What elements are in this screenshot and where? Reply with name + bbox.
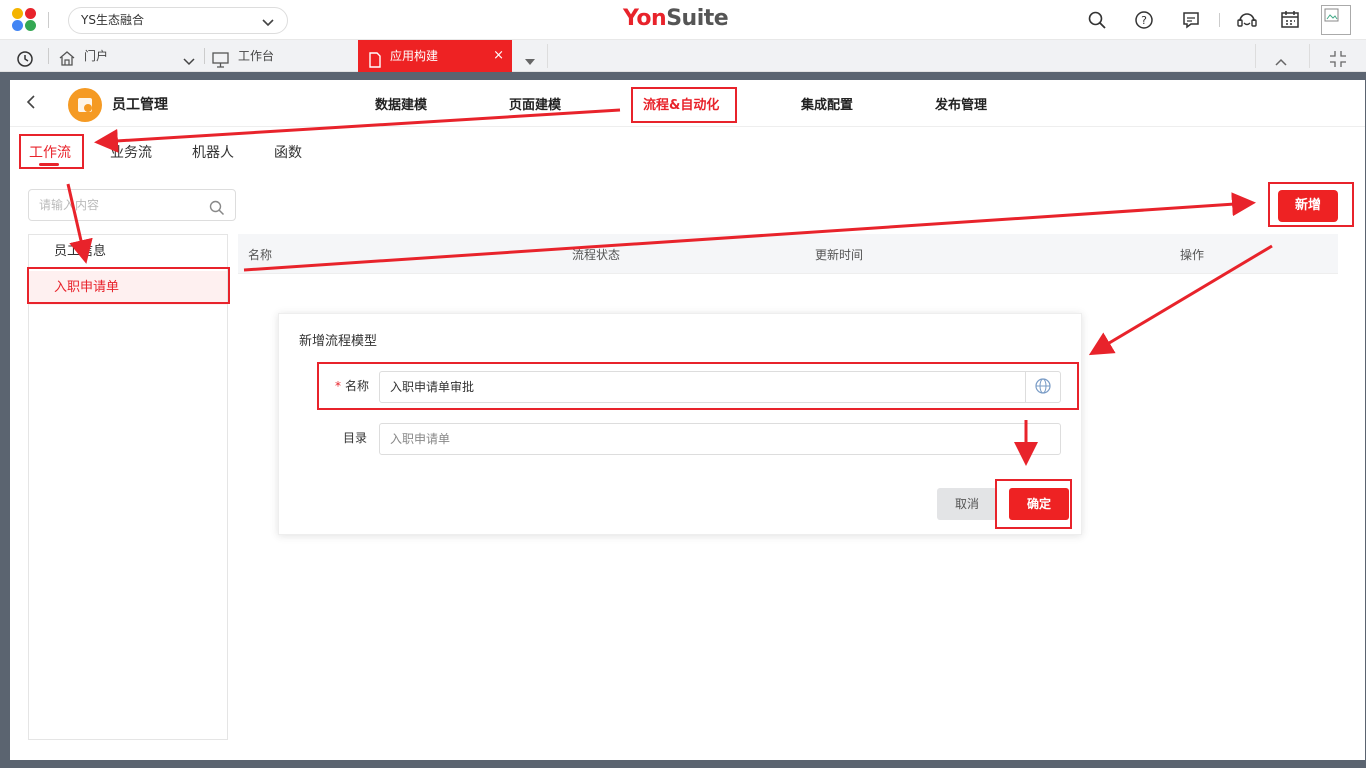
document-icon [368,48,382,80]
name-label: * 名称 [335,379,370,393]
new-button[interactable]: 新增 [1278,190,1338,222]
tenant-select[interactable]: YS生态融合 [68,7,288,34]
directory-field-value: 入职申请单 [390,432,451,446]
tree-panel: 员工信息 入职申请单 [28,234,228,740]
nav-page-modeling[interactable]: 页面建模 [509,94,561,113]
calendar-icon[interactable] [1280,9,1302,31]
ok-button[interactable]: 确定 [1009,488,1069,520]
nav-publish[interactable]: 发布管理 [935,94,987,113]
subtab-business-flow[interactable]: 业务流 [110,142,152,162]
tab-bar: 门户 工作台 应用构建 × [0,40,1366,72]
column-header-name: 名称 [248,248,273,262]
chevron-down-icon [261,13,275,38]
globe-icon[interactable] [1025,371,1061,403]
chevron-up-icon[interactable] [1274,49,1288,66]
directory-field[interactable]: 入职申请单 [379,423,1061,455]
nav-process-automation[interactable]: 流程&自动化 [643,94,719,113]
top-bar: YS生态融合 YonSuite ? [0,0,1366,40]
column-header-updated: 更新时间 [815,248,864,262]
tab-app-build-label: 应用构建 [390,49,439,63]
tab-workbench-label: 工作台 [238,49,275,63]
search-placeholder: 请输入内容 [39,198,100,212]
active-underline [39,163,59,166]
nav-data-modeling[interactable]: 数据建模 [375,94,427,113]
table-header: 名称 流程状态 更新时间 操作 [238,234,1338,274]
chevron-down-icon[interactable] [182,49,196,66]
collapse-icon[interactable] [1329,48,1347,67]
history-icon[interactable] [16,48,34,67]
divider [547,44,548,68]
divider [1255,44,1256,68]
tree-item-onboarding-form[interactable]: 入职申请单 [29,271,227,305]
column-header-actions: 操作 [1180,248,1205,262]
monitor-icon [212,48,230,80]
divider [1309,44,1310,68]
directory-label: 目录 [343,431,368,445]
tree-item-employee-info[interactable]: 员工信息 [29,235,227,269]
dialog-title: 新增流程模型 [299,334,378,349]
help-icon[interactable]: ? [1134,10,1156,32]
message-icon[interactable] [1181,10,1203,32]
app-icon [68,88,102,122]
divider [204,48,205,64]
new-process-dialog: 新增流程模型 * 名称 入职申请单审批 目录 入职申请单 取消 确定 [278,313,1082,535]
search-icon[interactable] [209,197,225,227]
subtab-robot[interactable]: 机器人 [192,142,234,162]
close-icon[interactable]: × [493,40,504,72]
search-icon[interactable] [1087,10,1109,32]
cancel-button[interactable]: 取消 [937,488,997,520]
column-header-status: 流程状态 [572,248,621,262]
name-field[interactable]: 入职申请单审批 [379,371,1061,403]
app-header: 员工管理 数据建模 页面建模 流程&自动化 集成配置 发布管理 [10,80,1365,127]
caret-down-icon[interactable] [523,49,537,65]
tab-app-build[interactable]: 应用构建 × [358,40,512,72]
svg-text:?: ? [1141,14,1147,27]
home-icon [58,47,76,79]
back-icon[interactable] [24,94,38,114]
divider [1219,13,1220,27]
nav-integration[interactable]: 集成配置 [801,94,853,113]
app-name: 员工管理 [112,97,168,113]
tab-portal-label: 门户 [84,49,109,63]
brand-logo: YonSuite [623,6,729,31]
required-mark: * [335,379,341,393]
search-input[interactable]: 请输入内容 [28,189,236,221]
subtab-function[interactable]: 函数 [274,142,302,162]
avatar-image[interactable] [1321,5,1351,35]
subtab-workflow[interactable]: 工作流 [29,142,71,162]
service-icon[interactable] [1236,9,1258,31]
divider [48,48,49,64]
name-field-value: 入职申请单审批 [390,380,475,394]
app-launcher-icon[interactable] [12,8,38,32]
divider [48,12,49,28]
main-panel: 员工管理 数据建模 页面建模 流程&自动化 集成配置 发布管理 工作流 业务流 … [10,80,1365,760]
tenant-name: YS生态融合 [81,13,144,27]
